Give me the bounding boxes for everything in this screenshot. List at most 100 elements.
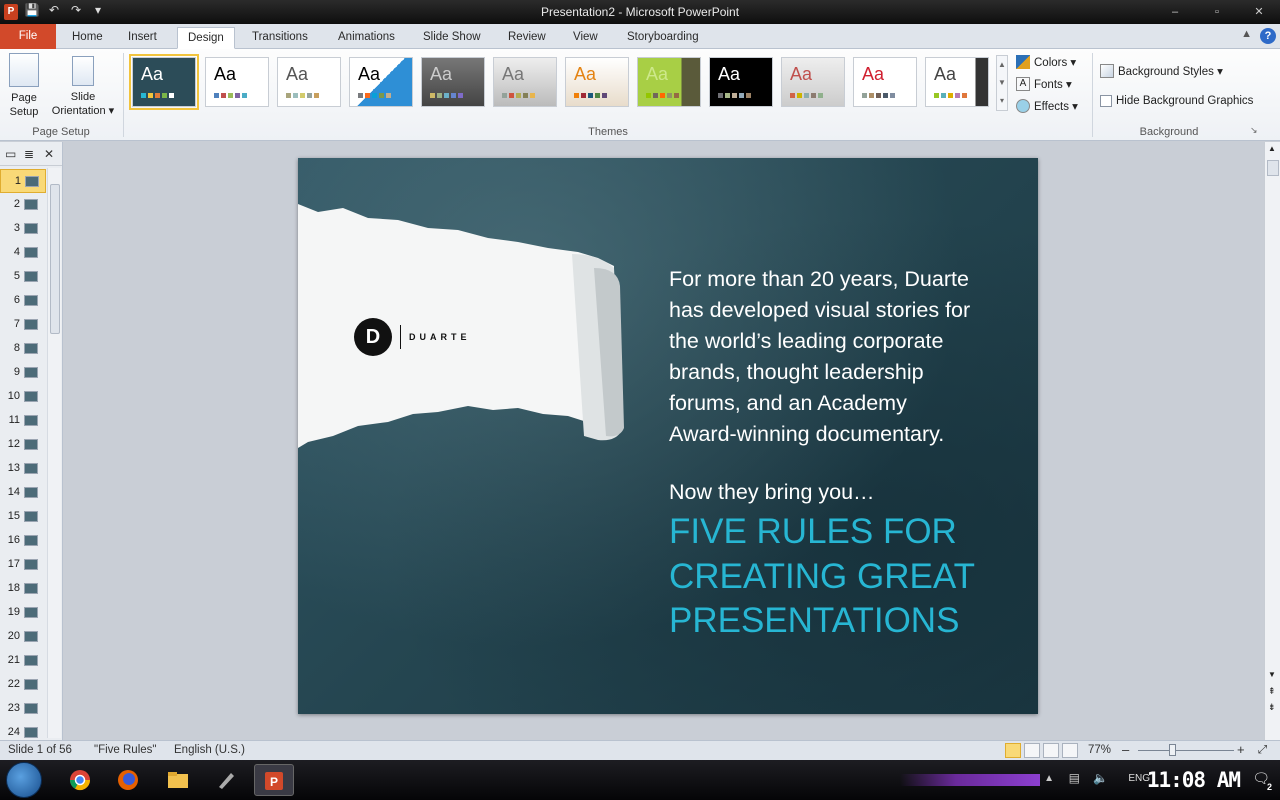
minimize-button[interactable]: – <box>1154 0 1196 24</box>
tab-file[interactable]: File <box>0 24 56 49</box>
tray-expand-icon[interactable]: ▲ <box>1044 773 1054 784</box>
theme-thumbnail-apothecary[interactable]: Aa <box>493 57 557 107</box>
slide-thumbnail[interactable]: 12 <box>0 433 46 457</box>
colors-button[interactable]: Colors ▾ <box>1016 55 1076 69</box>
slides-tab-icon[interactable]: ▭ <box>5 147 16 161</box>
slide-thumbnail[interactable]: 2 <box>0 193 46 217</box>
slide-thumbnail[interactable]: 23 <box>0 697 46 721</box>
tab-design[interactable]: Design <box>177 27 235 49</box>
taskbar-decoration <box>900 774 1040 786</box>
theme-thumbnail-composite[interactable]: Aa <box>925 57 989 107</box>
help-icon[interactable]: ? <box>1260 28 1276 44</box>
theme-thumbnail-aspect[interactable]: Aa <box>565 57 629 107</box>
hide-background-graphics-checkbox[interactable] <box>1100 95 1112 107</box>
reading-view-icon[interactable] <box>1043 743 1059 758</box>
slides-panel-scrollbar[interactable] <box>47 168 61 738</box>
slide-thumbnail[interactable]: 6 <box>0 289 46 313</box>
effects-button[interactable]: Effects ▾ <box>1016 99 1078 113</box>
slide-sorter-view-icon[interactable] <box>1024 743 1040 758</box>
editor-scroll-thumb[interactable] <box>1267 160 1279 176</box>
zoom-level[interactable]: 77% <box>1088 744 1111 756</box>
theme-name[interactable]: "Five Rules" <box>94 744 157 756</box>
theme-thumbnail-angles[interactable]: Aa <box>349 57 413 107</box>
theme-thumbnail-current[interactable]: Aa <box>129 54 199 110</box>
slide-thumbnail[interactable]: 22 <box>0 673 46 697</box>
slide-thumbnail[interactable]: 17 <box>0 553 46 577</box>
hide-background-graphics-option[interactable]: Hide Background Graphics <box>1100 95 1253 107</box>
slide-thumbnail[interactable]: 9 <box>0 361 46 385</box>
normal-view-icon[interactable] <box>1005 743 1021 758</box>
theme-thumbnail-black-tie[interactable]: Aa <box>709 57 773 107</box>
themes-gallery-scroll[interactable]: ▲ ▼ ▾ <box>996 55 1008 111</box>
page-setup-button[interactable]: Page Setup <box>6 53 42 119</box>
network-icon[interactable]: ▤ <box>1069 771 1080 785</box>
zoom-slider-thumb[interactable] <box>1169 744 1176 756</box>
tab-insert[interactable]: Insert <box>118 27 167 49</box>
theme-thumbnail-apex[interactable]: Aa <box>421 57 485 107</box>
previous-slide-icon[interactable]: ⇞ <box>1268 686 1276 697</box>
tab-transitions[interactable]: Transitions <box>242 27 318 49</box>
close-panel-icon[interactable]: ✕ <box>44 147 54 161</box>
slide-orientation-button[interactable]: Slide Orientation ▾ <box>46 53 120 118</box>
slide-thumbnail[interactable]: 15 <box>0 505 46 529</box>
fonts-button[interactable]: A Fonts ▾ <box>1016 77 1072 91</box>
slide-thumbnail[interactable]: 4 <box>0 241 46 265</box>
slide-thumbnail[interactable]: 7 <box>0 313 46 337</box>
theme-thumbnail-office[interactable]: Aa <box>205 57 269 107</box>
slide-thumbnail-image <box>24 319 38 330</box>
slide-thumbnail[interactable]: 14 <box>0 481 46 505</box>
theme-thumbnail-austin[interactable]: Aa <box>637 57 701 107</box>
slide-thumbnail[interactable]: 19 <box>0 601 46 625</box>
outline-tab-icon[interactable]: ≣ <box>24 147 34 161</box>
zoom-in-button[interactable]: + <box>1237 742 1245 757</box>
scroll-down-icon[interactable]: ▼ <box>1268 670 1276 679</box>
volume-icon[interactable]: 🔈 <box>1093 771 1108 785</box>
minimize-ribbon-icon[interactable]: ▲ <box>1241 28 1252 40</box>
slide-thumbnail[interactable]: 3 <box>0 217 46 241</box>
slide-thumbnail[interactable]: 10 <box>0 385 46 409</box>
slide-show-view-icon[interactable] <box>1062 743 1078 758</box>
theme-thumbnail-clarity[interactable]: Aa <box>853 57 917 107</box>
chrome-icon[interactable] <box>60 764 100 796</box>
start-button[interactable] <box>6 762 42 798</box>
theme-thumbnail-civic[interactable]: Aa <box>781 57 845 107</box>
editor-vertical-scrollbar[interactable]: ▲ ▼ ⇞ ⇟ <box>1264 142 1280 740</box>
slide-thumbnail[interactable]: 8 <box>0 337 46 361</box>
slide-thumbnail[interactable]: 13 <box>0 457 46 481</box>
slide-thumbnail[interactable]: 5 <box>0 265 46 289</box>
language-indicator[interactable]: English (U.S.) <box>174 744 245 756</box>
theme-thumbnail-adjacency[interactable]: Aa <box>277 57 341 107</box>
tab-storyboarding[interactable]: Storyboarding <box>617 27 709 49</box>
powerpoint-taskbar-icon[interactable]: P <box>254 764 294 796</box>
slide-thumbnail[interactable]: 1 <box>0 169 46 193</box>
slide-thumbnail[interactable]: 16 <box>0 529 46 553</box>
slide-canvas[interactable]: D DUARTE For more than 20 years, Duarte … <box>298 158 1038 714</box>
tab-slide-show[interactable]: Slide Show <box>413 27 491 49</box>
slide-thumbnail[interactable]: 18 <box>0 577 46 601</box>
scroll-up-icon[interactable]: ▲ <box>1268 144 1276 153</box>
tab-view[interactable]: View <box>563 27 608 49</box>
slide-headline[interactable]: FIVE RULES FOR CREATING GREAT PRESENTATI… <box>669 510 1019 644</box>
slide-thumbnail[interactable]: 11 <box>0 409 46 433</box>
dialog-launcher-icon[interactable]: ↘ <box>1250 125 1258 136</box>
logo-wordmark: DUARTE <box>409 332 471 342</box>
fit-to-window-icon[interactable]: ⤢ <box>1258 744 1267 757</box>
taskbar-clock[interactable]: 11:08 AM <box>1147 768 1241 792</box>
slides-panel-scroll-thumb[interactable] <box>50 184 60 334</box>
tab-animations[interactable]: Animations <box>328 27 405 49</box>
zoom-slider-track[interactable] <box>1138 750 1234 751</box>
next-slide-icon[interactable]: ⇟ <box>1268 702 1276 713</box>
pen-tool-icon[interactable] <box>206 764 246 796</box>
background-styles-button[interactable]: Background Styles ▾ <box>1100 64 1223 78</box>
firefox-icon[interactable] <box>108 764 148 796</box>
file-explorer-icon[interactable] <box>158 764 198 796</box>
tab-review[interactable]: Review <box>498 27 556 49</box>
restore-button[interactable]: ▫ <box>1196 0 1238 24</box>
close-button[interactable]: ✕ <box>1238 0 1280 24</box>
slide-body-text[interactable]: For more than 20 years, Duarte has devel… <box>669 264 1014 450</box>
tab-home[interactable]: Home <box>62 27 113 49</box>
zoom-out-button[interactable]: – <box>1122 742 1129 757</box>
slide-thumbnail[interactable]: 21 <box>0 649 46 673</box>
slide-thumbnail[interactable]: 20 <box>0 625 46 649</box>
slide-intro-text[interactable]: Now they bring you… <box>669 480 875 505</box>
